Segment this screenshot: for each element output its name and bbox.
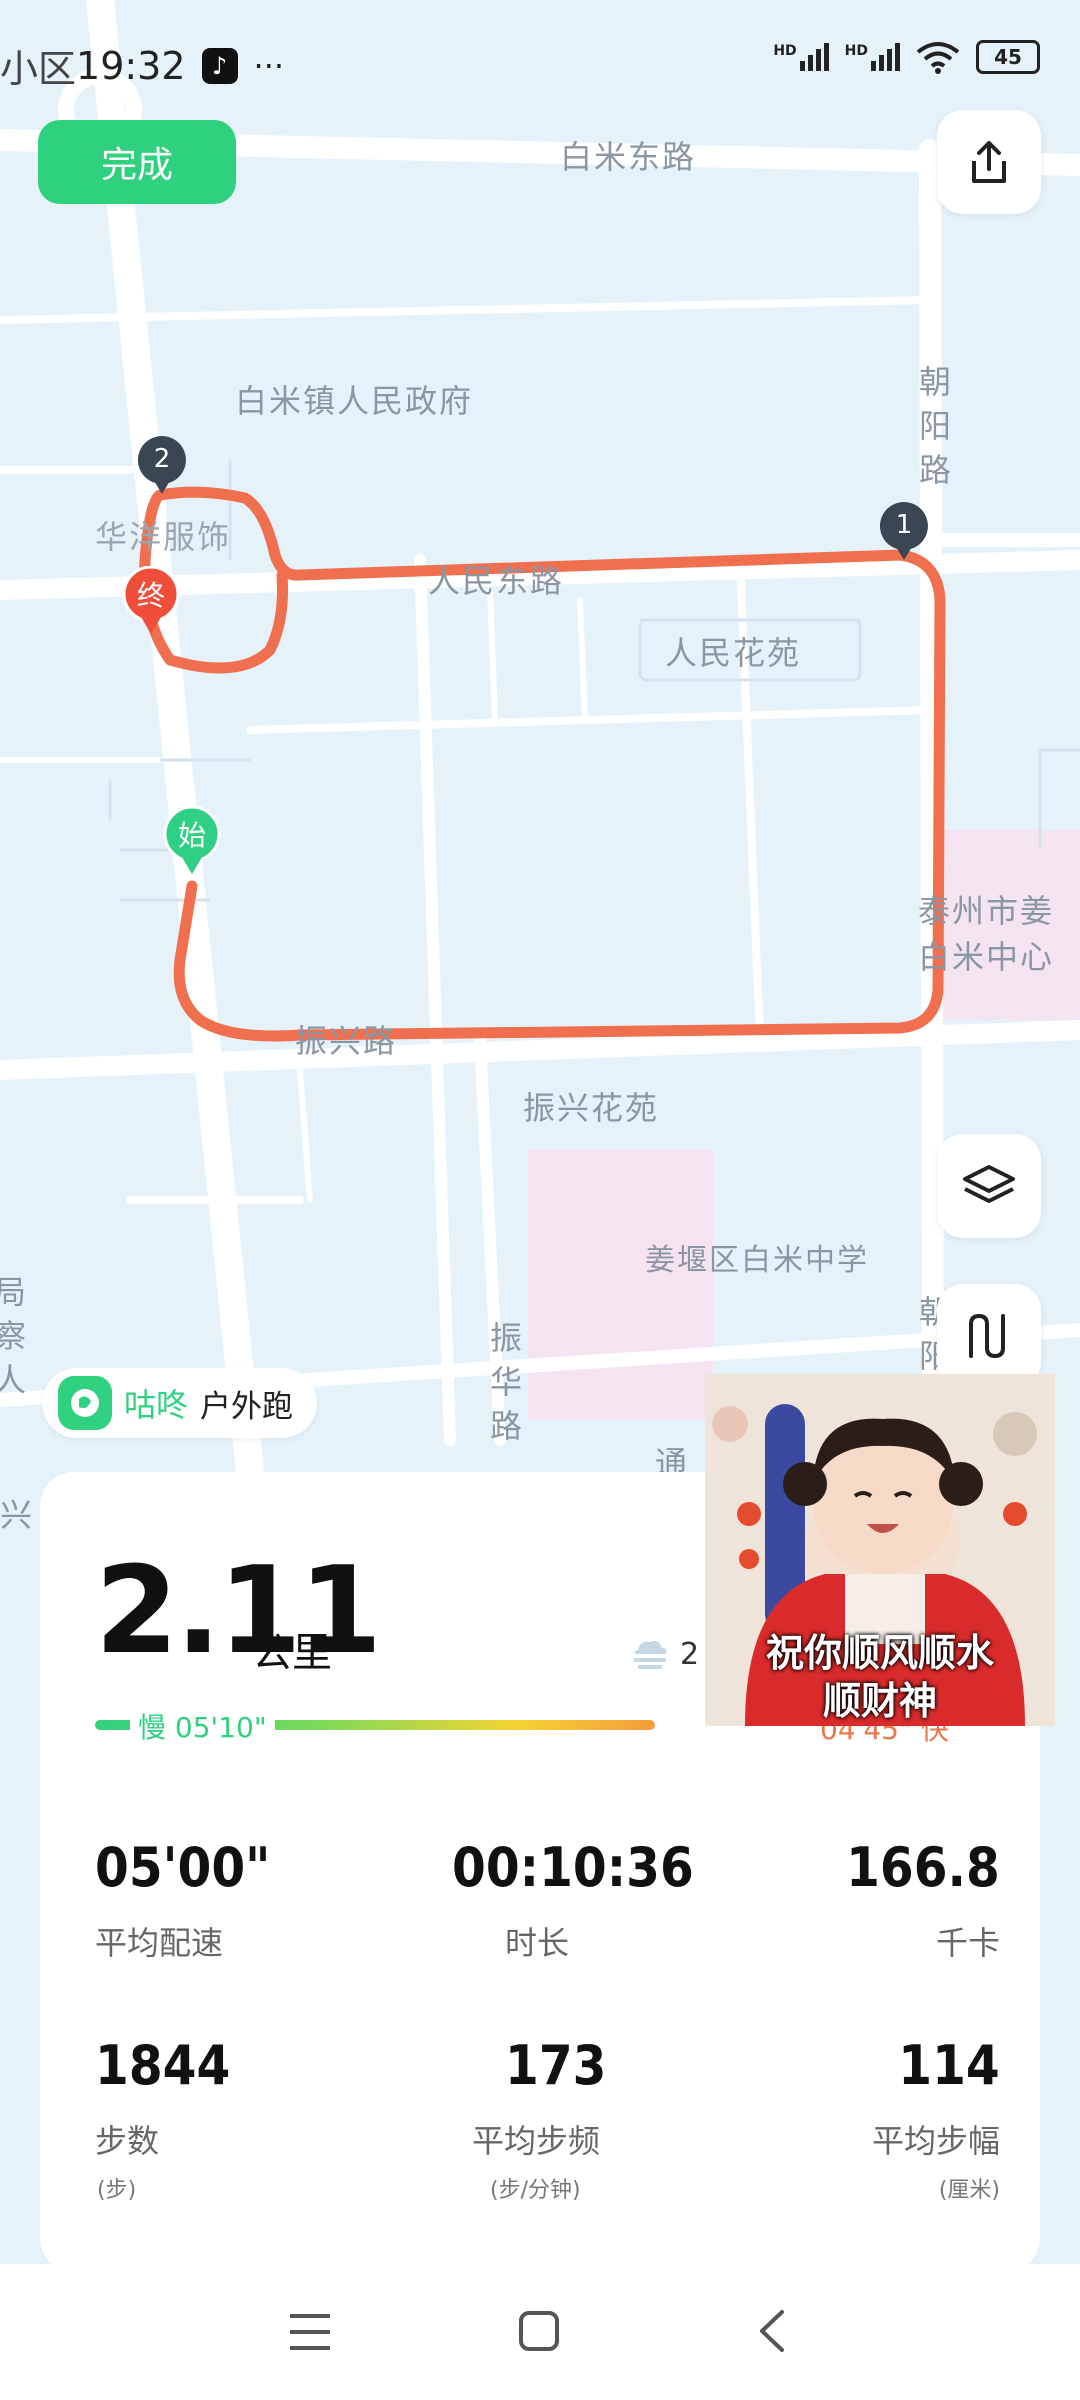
weather-indicator: 2 (630, 1636, 699, 1672)
place-label-clothing: 华洋服饰 (95, 518, 232, 556)
status-prev-text: 小区 (0, 47, 77, 91)
home-icon[interactable] (518, 2310, 560, 2352)
stat-avg-pace-label: 平均配速 (95, 1924, 224, 1962)
route-end-marker: 终 (122, 565, 180, 636)
stat-stride-value: 114 (898, 2034, 1000, 2097)
wifi-icon (916, 42, 960, 74)
back-icon[interactable] (756, 2308, 786, 2354)
tiktok-icon: ♪ (201, 47, 238, 84)
stat-steps-unit: (步) (97, 2178, 137, 2203)
layers-icon (963, 1165, 1015, 1203)
km-marker-1: 1 (878, 500, 930, 562)
signal-icon-2: HD (845, 43, 900, 71)
road-label-zhenhua: 振华路 (489, 1319, 522, 1445)
menu-icon[interactable] (288, 2312, 332, 2352)
route-track-icon (969, 1313, 1005, 1359)
stat-avg-pace-value: 05'00" (95, 1836, 271, 1899)
battery-icon: 45 (976, 40, 1040, 74)
stat-steps-value: 1844 (95, 2034, 231, 2097)
place-label-government: 白米镇人民政府 (235, 382, 474, 420)
road-label-zhenxing: 振兴路 (295, 1022, 398, 1060)
distance-unit: 公里 (252, 1630, 332, 1676)
route-track-button[interactable] (937, 1284, 1041, 1388)
place-label-school: 姜堰区白米中学 (645, 1243, 869, 1278)
status-more: ··· (253, 46, 285, 85)
done-button[interactable]: 完成 (38, 120, 236, 204)
route-start-marker: 始 (163, 805, 221, 876)
place-label-zhenxing-garden: 振兴花苑 (523, 1089, 660, 1127)
floating-video-window[interactable]: 祝你顺风顺水 顺财神 (705, 1374, 1055, 1726)
activity-type: 户外跑 (200, 1388, 294, 1425)
distance-value: 2.11 (95, 1542, 382, 1681)
status-time: 19:32 (76, 43, 186, 88)
stat-steps-label: 步数 (95, 2122, 160, 2160)
map-layers-button[interactable] (937, 1134, 1041, 1238)
road-label-baimi-east: 白米东路 (560, 138, 697, 176)
stat-calories-label: 千卡 (935, 1924, 1000, 1962)
system-navigation-bar (0, 2264, 1080, 2400)
status-bar: 小区 19:32 ♪ ··· HD HD 45 (0, 30, 1080, 100)
stat-cadence-unit: (步/分钟) (490, 2178, 581, 2203)
stat-stride-label: 平均步幅 (871, 2122, 1000, 2160)
km-marker-2: 2 (136, 434, 188, 496)
place-label-partial-xing: 兴 (0, 1496, 35, 1534)
pace-slow-label: 慢 05'10" (130, 1706, 275, 1746)
share-icon (972, 141, 1006, 183)
share-button[interactable] (937, 110, 1041, 214)
road-label-chaoyang: 朝阳路 (918, 363, 951, 489)
place-label-center-2: 白米中心 (918, 938, 1055, 976)
video-caption-line-2: 顺财神 (822, 1679, 937, 1723)
stat-calories-value: 166.8 (846, 1836, 1000, 1899)
video-caption-line-1: 祝你顺风顺水 (765, 1631, 994, 1675)
place-label-center-1: 泰州市姜 (918, 892, 1055, 930)
stat-stride-unit: (厘米) (938, 2178, 1000, 2203)
signal-icon-1: HD (773, 43, 829, 71)
codoon-logo-icon (58, 1376, 112, 1430)
place-label-renmin-garden: 人民花苑 (665, 634, 802, 672)
stat-duration-label: 时长 (505, 1924, 570, 1962)
place-label-partial-left: 局察人 (0, 1273, 26, 1399)
stat-cadence-label: 平均步频 (472, 2122, 601, 2160)
weather-haze-icon (634, 1640, 667, 1669)
stat-duration-value: 00:10:36 (452, 1836, 694, 1899)
app-brand-chip: 咕咚 户外跑 (42, 1368, 318, 1438)
road-label-renmin-east: 人民东路 (428, 562, 565, 600)
stat-cadence-value: 173 (505, 2034, 607, 2097)
brand-name: 咕咚 (124, 1386, 189, 1424)
